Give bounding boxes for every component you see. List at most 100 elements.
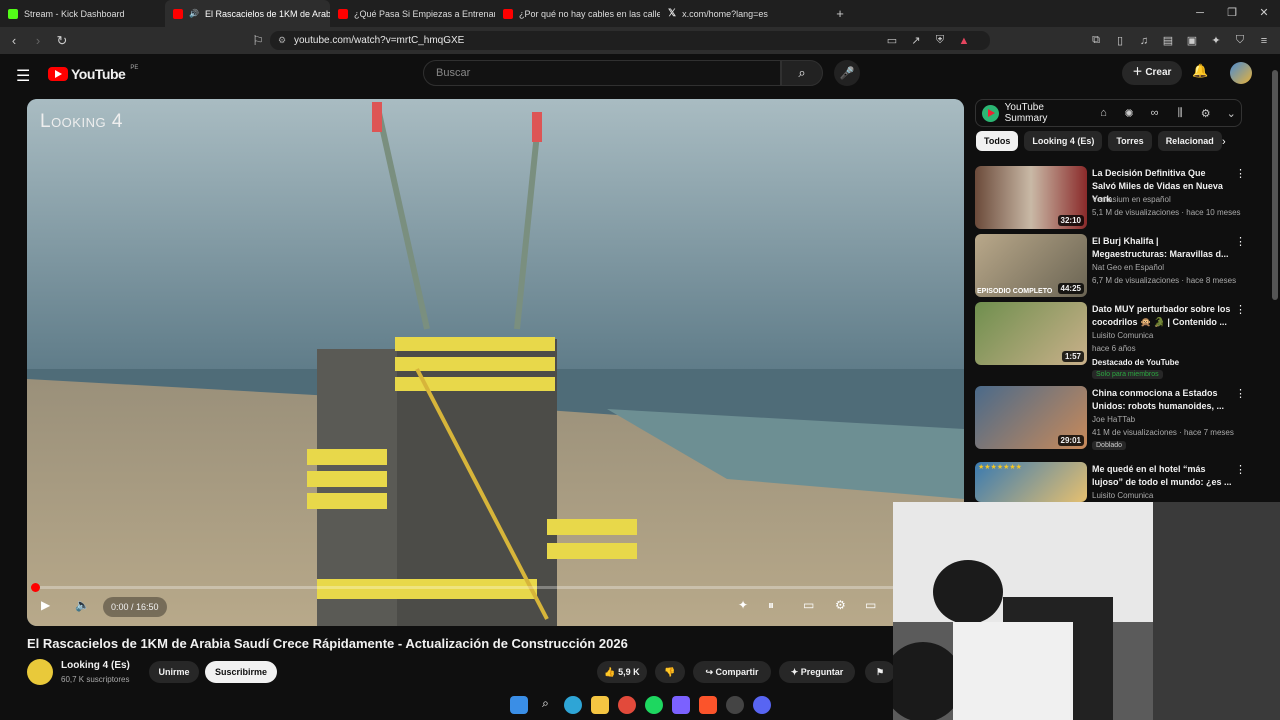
- page-scrollbar[interactable]: [1272, 70, 1278, 300]
- channel-name[interactable]: Luisito Comunica: [1092, 491, 1153, 500]
- openai-icon[interactable]: ✺: [1119, 107, 1139, 120]
- more-options-icon[interactable]: ⋮: [1235, 463, 1246, 476]
- video-thumbnail[interactable]: 32:10: [975, 166, 1087, 229]
- glasses-icon[interactable]: ∞: [1145, 107, 1165, 119]
- browser-tab[interactable]: Stream - Kick Dashboard: [0, 0, 165, 27]
- obs-icon[interactable]: [725, 696, 744, 714]
- dislike-button[interactable]: 👎: [655, 661, 685, 683]
- account-avatar[interactable]: [1230, 62, 1252, 84]
- close-window-icon[interactable]: ✕: [1248, 0, 1280, 27]
- channel-name[interactable]: Luisito Comunica: [1092, 331, 1153, 340]
- spotify-icon[interactable]: [644, 696, 663, 714]
- like-button[interactable]: 👍 5,9 K: [597, 661, 647, 683]
- autoplay-toggle[interactable]: ⏸: [768, 598, 774, 613]
- list-item[interactable]: 29:01 China conmociona a Estados Unidos:…: [975, 386, 1246, 450]
- more-options-icon[interactable]: ⋮: [1235, 235, 1246, 248]
- hamburger-menu-icon[interactable]: ☰: [16, 66, 30, 86]
- join-button[interactable]: Unirme: [149, 661, 199, 683]
- list-item[interactable]: ★★★★★★★ Me quedé en el hotel “más lujoso…: [975, 462, 1246, 502]
- video-title[interactable]: Dato MUY perturbador sobre los cocodrilo…: [1092, 303, 1232, 329]
- bookmark-icon[interactable]: ⚐: [248, 33, 268, 49]
- site-info-icon[interactable]: ⚙: [278, 31, 286, 50]
- chip-torres[interactable]: Torres: [1108, 131, 1152, 151]
- volume-icon[interactable]: 🔈: [75, 598, 90, 612]
- search-input[interactable]: Buscar: [423, 60, 781, 86]
- subscribe-button[interactable]: Suscribirme: [205, 661, 277, 683]
- search-icon[interactable]: ⌕: [537, 696, 555, 714]
- youtube-summary-panel[interactable]: YouTube Summary ⌂ ✺ ∞ ⫼ ⚙ ⌄: [975, 99, 1242, 127]
- extensions-icon[interactable]: ⧉: [1088, 34, 1104, 47]
- restore-icon[interactable]: ❐: [1216, 0, 1248, 27]
- forward-icon[interactable]: ›: [28, 33, 48, 48]
- video-title[interactable]: China conmociona a Estados Unidos: robot…: [1092, 387, 1232, 413]
- chip-channel[interactable]: Looking 4 (Es): [1024, 131, 1103, 151]
- channel-name[interactable]: Looking 4 (Es): [61, 660, 130, 671]
- channel-name[interactable]: Nat Geo en Español: [1092, 263, 1164, 272]
- play-icon[interactable]: ▶: [41, 598, 50, 612]
- file-explorer-icon[interactable]: [590, 696, 609, 714]
- apps-icon[interactable]: [671, 696, 690, 714]
- music-icon[interactable]: ♫: [1136, 35, 1152, 47]
- voice-search-button[interactable]: 🎤: [834, 60, 860, 86]
- more-options-icon[interactable]: ⋮: [1235, 387, 1246, 400]
- channel-name[interactable]: Veritasium en español: [1092, 195, 1171, 204]
- share-button[interactable]: ↪ Compartir: [693, 661, 771, 683]
- more-options-icon[interactable]: ⋮: [1235, 167, 1246, 180]
- chip-related[interactable]: Relacionad: [1157, 131, 1222, 151]
- channel-avatar[interactable]: [27, 659, 53, 685]
- ask-button[interactable]: ✦ Preguntar: [779, 661, 855, 683]
- youtube-logo[interactable]: YouTube PE: [48, 65, 138, 82]
- create-button[interactable]: ＋ Crear: [1122, 61, 1182, 85]
- brave-icon[interactable]: [698, 696, 717, 714]
- reload-icon[interactable]: ↻: [52, 33, 72, 49]
- discord-icon[interactable]: [752, 696, 771, 714]
- browser-tab[interactable]: 𝕏x.com/home?lang=es: [660, 0, 825, 27]
- url-field[interactable]: ⚙ youtube.com/watch?v=mrtC_hmqGXE: [270, 31, 990, 50]
- chip-all[interactable]: Todos: [976, 131, 1019, 151]
- minimize-icon[interactable]: ─: [1184, 0, 1216, 27]
- channel-name[interactable]: Joe HaTTab: [1092, 415, 1135, 424]
- leo-icon[interactable]: ✦: [1208, 34, 1224, 47]
- list-item[interactable]: EPISODIO COMPLETO 44:25 El Burj Khalifa …: [975, 234, 1246, 298]
- share-icon[interactable]: ↗: [908, 34, 924, 47]
- video-thumbnail[interactable]: ★★★★★★★: [975, 462, 1087, 502]
- new-tab-button[interactable]: +: [825, 6, 855, 21]
- settings-icon[interactable]: ⚙: [835, 598, 846, 612]
- save-button[interactable]: ⚑: [865, 661, 895, 683]
- notifications-bell-icon[interactable]: 🔔: [1192, 63, 1208, 79]
- edge-icon[interactable]: [563, 696, 582, 714]
- video-thumbnail[interactable]: 29:01: [975, 386, 1087, 449]
- video-thumbnail[interactable]: 1:57: [975, 302, 1087, 365]
- browser-tab[interactable]: ¿Qué Pasa Si Empiezas a Entrenar To: [330, 0, 495, 27]
- theater-mode-icon[interactable]: ▭: [865, 598, 876, 612]
- cast-icon[interactable]: ▭: [884, 34, 900, 47]
- sidebar-icon[interactable]: ▯: [1112, 34, 1128, 47]
- wallet-icon[interactable]: ▣: [1184, 34, 1200, 47]
- back-icon[interactable]: ‹: [4, 33, 24, 48]
- browser-tab[interactable]: ¿Por qué no hay cables en las calles d: [495, 0, 660, 27]
- chevron-right-icon[interactable]: ›: [1222, 136, 1226, 148]
- browser-tab-active[interactable]: 🔊El Rascacielos de 1KM de Arabi✕: [165, 0, 330, 27]
- brave-shield-icon[interactable]: ⛨: [932, 34, 948, 47]
- more-options-icon[interactable]: ⋮: [1235, 303, 1246, 316]
- progress-scrubber[interactable]: [31, 583, 40, 592]
- reader-icon[interactable]: ▤: [1160, 34, 1176, 47]
- progress-bar[interactable]: [31, 583, 956, 592]
- list-item[interactable]: 32:10 La Decisión Definitiva Que Salvó M…: [975, 166, 1246, 230]
- audio-wave-icon[interactable]: ⫼: [1170, 107, 1190, 120]
- video-title[interactable]: Me quedé en el hotel “más lujoso” de tod…: [1092, 463, 1232, 489]
- subtitles-icon[interactable]: ▭: [803, 598, 814, 612]
- chevron-down-icon[interactable]: ⌄: [1221, 107, 1241, 120]
- chrome-icon[interactable]: [617, 696, 636, 714]
- video-title[interactable]: El Burj Khalifa | Megaestructuras: Marav…: [1092, 235, 1232, 261]
- rewards-icon[interactable]: ▲: [956, 35, 972, 47]
- menu-icon[interactable]: ≡: [1256, 35, 1272, 47]
- robot-icon[interactable]: ⌂: [1094, 107, 1114, 119]
- settings-icon[interactable]: ⚙: [1196, 107, 1216, 120]
- sparkle-icon[interactable]: ✦: [738, 598, 748, 612]
- search-button[interactable]: ⌕: [781, 60, 823, 86]
- video-thumbnail[interactable]: EPISODIO COMPLETO 44:25: [975, 234, 1087, 297]
- vpn-icon[interactable]: ⛉: [1232, 34, 1248, 47]
- video-player[interactable]: Looking 4 ▶ 🔈 0:00 / 16:50 ✦ ⏸ ▭ ⚙ ▭: [27, 99, 964, 626]
- windows-start-icon[interactable]: [509, 696, 528, 714]
